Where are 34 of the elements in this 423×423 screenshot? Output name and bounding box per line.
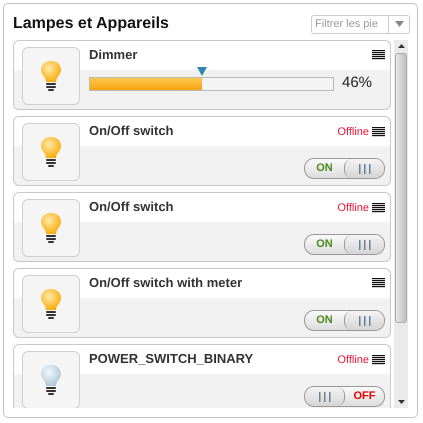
list-icon[interactable] [372, 278, 385, 288]
list-icon[interactable] [372, 355, 385, 365]
dropdown-caret-icon[interactable] [394, 21, 404, 27]
device-icon-tile[interactable] [22, 199, 80, 257]
dimmer-reading: 46% [342, 75, 372, 91]
device-name: POWER_SWITCH_BINARY [89, 351, 254, 367]
scroll-thumb[interactable] [395, 53, 407, 323]
device-icon-tile[interactable] [22, 123, 80, 181]
grip-icon [356, 164, 372, 174]
scroll-up-icon[interactable] [398, 44, 404, 48]
scroll-down-icon[interactable] [398, 400, 404, 404]
filter-field[interactable]: Filtrer les pie [311, 14, 410, 34]
offline-status: Offline [337, 354, 369, 366]
offline-status: Offline [337, 202, 369, 214]
device-icon-tile[interactable] [22, 351, 80, 408]
device-name: On/Off switch with meter [89, 275, 242, 291]
device-icon-tile[interactable] [22, 47, 80, 105]
scrollbar[interactable] [394, 40, 408, 408]
grip-icon [356, 240, 372, 250]
list-icon[interactable] [372, 127, 385, 137]
panel-title: Lampes et Appareils [13, 14, 169, 34]
device-name: On/Off switch [89, 199, 174, 215]
list-icon[interactable] [372, 203, 385, 213]
grip-icon [316, 392, 332, 402]
grip-icon [356, 316, 372, 326]
toggle-switch[interactable]: ON [304, 158, 385, 179]
toggle-switch[interactable]: ON [304, 234, 385, 255]
device-name: Dimmer [89, 47, 138, 63]
offline-status: Offline [337, 126, 369, 138]
list-icon[interactable] [372, 50, 385, 60]
device-name: On/Off switch [89, 123, 174, 139]
toggle-switch[interactable]: OFF [304, 386, 385, 407]
toggle-switch[interactable]: ON [304, 310, 385, 331]
device-icon-tile[interactable] [22, 275, 80, 333]
